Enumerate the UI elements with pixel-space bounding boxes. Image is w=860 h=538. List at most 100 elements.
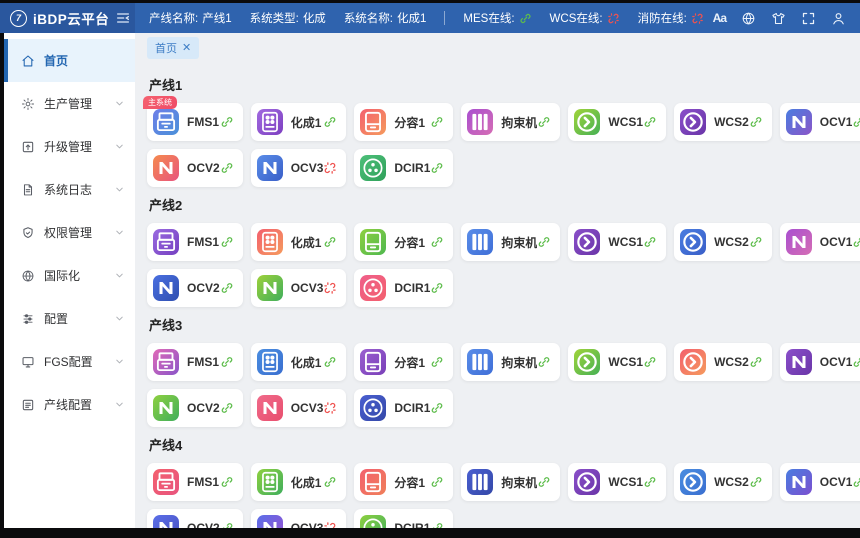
card-label: FMS1	[187, 475, 220, 489]
user-icon[interactable]	[831, 11, 846, 26]
card-label: DCIR1	[394, 281, 430, 295]
system-card-WCS1[interactable]: WCS1	[568, 463, 666, 501]
system-card-分容1[interactable]: 分容1	[354, 103, 453, 141]
system-card-分容1[interactable]: 分容1	[354, 463, 453, 501]
wcs-icon	[574, 469, 600, 495]
system-card-OCV3[interactable]: OCV3	[251, 269, 347, 307]
link-icon	[430, 281, 444, 295]
system-card-DCIR1[interactable]: DCIR1	[354, 269, 453, 307]
system-card-OCV2[interactable]: OCV2	[147, 149, 243, 187]
system-card-拘束机[interactable]: 拘束机	[461, 103, 560, 141]
system-card-WCS2[interactable]: WCS2	[674, 103, 772, 141]
sidebar-item-权限管理[interactable]: 权限管理	[4, 211, 135, 254]
link-icon	[430, 521, 444, 528]
card-label: WCS1	[608, 475, 643, 489]
chevron-down-icon	[114, 184, 125, 195]
wcs-icon	[574, 349, 600, 375]
system-card-OCV1[interactable]: OCV1	[780, 103, 860, 141]
system-card-化成1[interactable]: 化成1	[251, 103, 347, 141]
system-card-化成1[interactable]: 化成1	[251, 223, 347, 261]
system-card-FMS1[interactable]: FMS1	[147, 463, 243, 501]
card-label: 化成1	[291, 354, 324, 371]
ocv-icon	[786, 469, 812, 495]
card-label: WCS1	[608, 355, 643, 369]
header-info-bar: 产线名称:产线1系统类型:化成系统名称:化成1MES在线:WCS在线:消防在线:	[149, 10, 704, 26]
sidebar-item-label: 产线配置	[44, 396, 105, 413]
chevron-down-icon	[114, 356, 125, 367]
system-card-OCV1[interactable]: OCV1	[780, 223, 860, 261]
sidebar-item-生产管理[interactable]: 生产管理	[4, 82, 135, 125]
card-label: OCV2	[187, 521, 220, 528]
system-card-OCV2[interactable]: OCV2	[147, 269, 243, 307]
system-card-OCV1[interactable]: OCV1	[780, 343, 860, 381]
link-icon	[852, 355, 860, 369]
sidebar-item-home[interactable]: 首页	[4, 39, 135, 82]
system-card-OCV3[interactable]: OCV3	[251, 509, 347, 528]
system-card-OCV1[interactable]: OCV1	[780, 463, 860, 501]
wcs-icon	[680, 469, 706, 495]
capacity-icon	[360, 229, 386, 255]
system-card-OCV3[interactable]: OCV3	[251, 149, 347, 187]
sidebar-item-配置[interactable]: 配置	[4, 297, 135, 340]
sidebar-item-label: 系统日志	[44, 181, 105, 198]
tab-close-icon[interactable]: ✕	[182, 43, 191, 54]
theme-shirt-icon[interactable]	[771, 11, 786, 26]
card-label: 分容1	[394, 474, 430, 491]
tab-home[interactable]: 首页 ✕	[147, 37, 199, 59]
link-icon	[537, 115, 551, 129]
system-card-OCV2[interactable]: OCV2	[147, 509, 243, 528]
chevron-down-icon	[114, 98, 125, 109]
system-card-FMS1[interactable]: FMS1	[147, 223, 243, 261]
system-card-DCIR1[interactable]: DCIR1	[354, 149, 453, 187]
card-label: 分容1	[394, 354, 430, 371]
sidebar-item-label: 权限管理	[44, 224, 105, 241]
capacity-icon	[360, 349, 386, 375]
fms-icon	[153, 109, 179, 135]
card-label: FMS1	[187, 355, 220, 369]
sidebar-item-系统日志[interactable]: 系统日志	[4, 168, 135, 211]
card-grid: FMS1化成1分容1拘束机WCS1WCS2OCV1OCV2OCV3DCIR1	[147, 343, 848, 427]
system-card-DCIR1[interactable]: DCIR1	[354, 389, 453, 427]
header-status-item: WCS在线:	[550, 10, 620, 26]
ocv-icon	[153, 155, 179, 181]
system-card-WCS2[interactable]: WCS2	[674, 463, 772, 501]
system-card-FMS1[interactable]: FMS1	[147, 343, 243, 381]
fullscreen-icon[interactable]	[801, 11, 816, 26]
system-card-WCS1[interactable]: WCS1	[568, 103, 666, 141]
link-icon	[749, 235, 763, 249]
link-icon	[323, 355, 337, 369]
system-card-分容1[interactable]: 分容1	[354, 343, 453, 381]
system-card-分容1[interactable]: 分容1	[354, 223, 453, 261]
system-card-OCV2[interactable]: OCV2	[147, 389, 243, 427]
system-card-DCIR1[interactable]: DCIR1	[354, 509, 453, 528]
sidebar-item-国际化[interactable]: 国际化	[4, 254, 135, 297]
card-label: WCS2	[714, 235, 749, 249]
system-card-化成1[interactable]: 化成1	[251, 463, 347, 501]
system-card-拘束机[interactable]: 拘束机	[461, 343, 560, 381]
system-card-化成1[interactable]: 化成1	[251, 343, 347, 381]
system-card-拘束机[interactable]: 拘束机	[461, 463, 560, 501]
link-icon	[220, 521, 234, 528]
system-card-FMS1[interactable]: 主系统FMS1	[147, 103, 243, 141]
link-icon	[852, 235, 860, 249]
info-value: 产线1	[202, 10, 231, 26]
sidebar-item-FGS配置[interactable]: FGS配置	[4, 340, 135, 383]
link-icon	[537, 355, 551, 369]
language-globe-icon[interactable]	[741, 11, 756, 26]
system-card-WCS2[interactable]: WCS2	[674, 223, 772, 261]
system-card-OCV3[interactable]: OCV3	[251, 389, 347, 427]
system-card-拘束机[interactable]: 拘束机	[461, 223, 560, 261]
restraint-icon	[467, 109, 493, 135]
sidebar-item-产线配置[interactable]: 产线配置	[4, 383, 135, 426]
link-icon	[430, 161, 444, 175]
info-label: 产线名称:	[149, 10, 198, 26]
font-size-button[interactable]: Aa	[713, 11, 726, 26]
globe-icon	[21, 269, 35, 283]
system-card-WCS1[interactable]: WCS1	[568, 223, 666, 261]
sidebar-item-升级管理[interactable]: 升级管理	[4, 125, 135, 168]
system-card-WCS1[interactable]: WCS1	[568, 343, 666, 381]
ocv-icon	[786, 229, 812, 255]
system-card-WCS2[interactable]: WCS2	[674, 343, 772, 381]
sidebar-collapse-icon[interactable]	[115, 10, 131, 26]
brand-title: iBDP云平台	[33, 8, 109, 28]
